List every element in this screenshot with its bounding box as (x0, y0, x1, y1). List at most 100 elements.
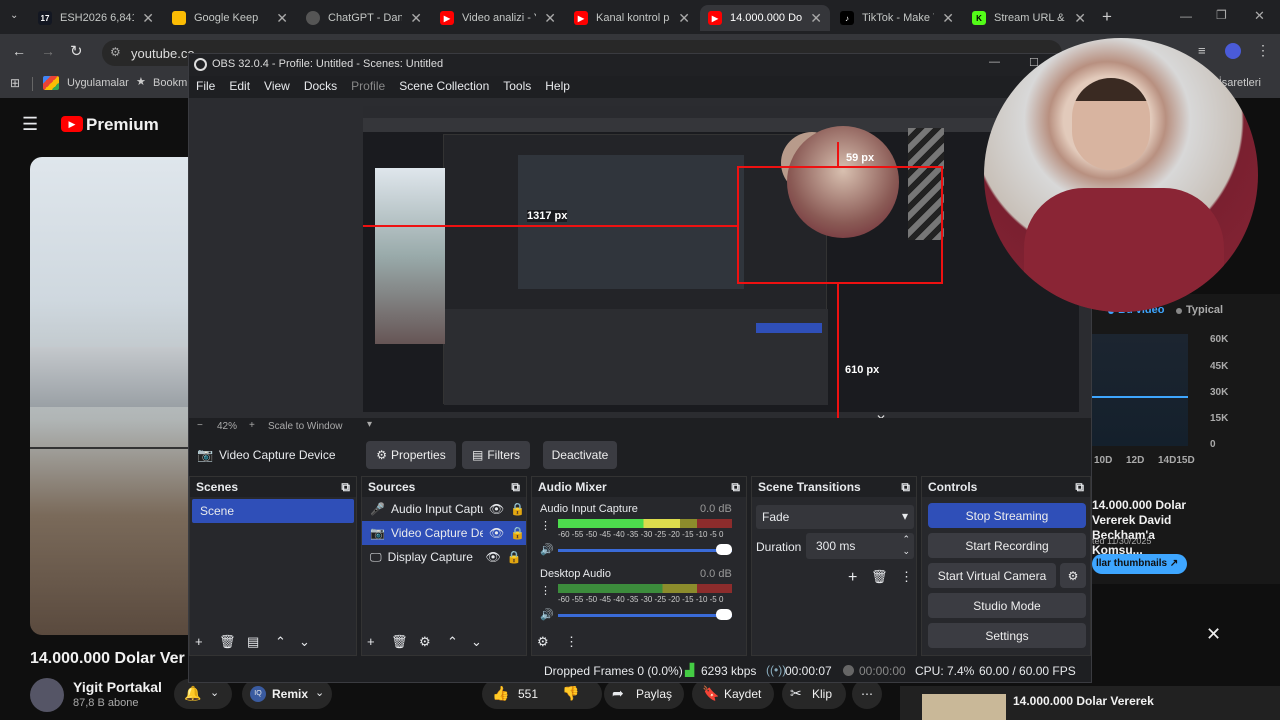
undock-icon[interactable]: ⧉ (1075, 477, 1084, 497)
close-tab-icon[interactable]: ✕ (276, 10, 288, 27)
zoom-out-icon[interactable]: − (197, 420, 203, 431)
undock-icon[interactable]: ⧉ (341, 477, 350, 497)
start-virtual-camera-button[interactable]: Start Virtual Camera (928, 563, 1056, 588)
tab-search-chevron-icon[interactable]: ⌄ (10, 10, 18, 21)
clip-button[interactable]: ✂ Klip (782, 679, 846, 709)
more-actions-icon[interactable]: ⋯ (852, 679, 882, 709)
eye-icon[interactable]: 👁 (489, 521, 504, 545)
close-tab-icon[interactable]: ✕ (142, 10, 154, 27)
more-icon[interactable]: ⋮ (900, 569, 913, 585)
scene-filter-icon[interactable]: ▤ (247, 634, 259, 650)
menu-profile[interactable]: Profile (344, 76, 392, 98)
add-scene-icon[interactable]: + (195, 634, 203, 649)
close-tab-icon[interactable]: ✕ (544, 10, 556, 27)
zoom-in-icon[interactable]: + (249, 420, 255, 431)
youtube-premium-logo[interactable]: Premium (86, 115, 159, 135)
preview-canvas[interactable] (363, 106, 1079, 412)
site-info-icon[interactable]: ⚙ (110, 45, 121, 59)
lock-icon[interactable]: 🔒 (510, 497, 525, 521)
studio-mode-button[interactable]: Studio Mode (928, 593, 1086, 618)
minimize-icon[interactable]: — (1180, 9, 1192, 23)
media-control-icon[interactable]: ≡ (1198, 43, 1206, 58)
thumbnails-button[interactable]: llar thumbnails ↗ (1092, 554, 1187, 574)
channel-1-slider-handle[interactable] (716, 544, 732, 555)
dislike-icon[interactable]: 👎 (562, 685, 579, 702)
menu-icon[interactable]: ⋮ (1256, 42, 1270, 59)
close-tab-icon[interactable]: ✕ (1074, 10, 1086, 27)
scale-dropdown-icon[interactable]: ▾ (367, 419, 372, 430)
lock-icon[interactable]: 🔒 (507, 545, 522, 569)
start-recording-button[interactable]: Start Recording (928, 533, 1086, 558)
obs-minimize-icon[interactable]: — (989, 56, 1000, 68)
reload-icon[interactable]: ↻ (70, 42, 83, 60)
undock-icon[interactable]: ⧉ (731, 477, 740, 497)
add-transition-icon[interactable]: + (848, 569, 857, 587)
channel-2-volume-slider[interactable] (558, 614, 732, 617)
volume-icon[interactable]: 🔊 (540, 543, 554, 556)
remove-scene-icon[interactable]: 🗑 (219, 634, 236, 650)
virtual-camera-settings-button[interactable]: ⚙ (1060, 563, 1086, 588)
source-item-display[interactable]: 🖵 Display Capture 👁 🔒 (362, 545, 526, 569)
menu-tools[interactable]: Tools (496, 76, 538, 98)
scene-item[interactable]: Scene (192, 499, 354, 523)
channel-2-menu-icon[interactable]: ⋮ (540, 584, 551, 597)
undock-icon[interactable]: ⧉ (901, 477, 910, 497)
trash-icon[interactable]: 🗑 (871, 569, 888, 585)
source-item-video[interactable]: 📷 Video Capture Dev 👁 🔒 (362, 521, 526, 545)
like-icon[interactable]: 👍 (492, 685, 509, 702)
channel-2-slider-handle[interactable] (716, 609, 732, 620)
duration-input[interactable]: 300 ms ⌃ ⌄ (806, 533, 914, 559)
tab-1[interactable]: 17 ESH2026 6,841.0 ✕ (30, 5, 162, 31)
tab-8[interactable]: K Stream URL & Ke ✕ (964, 5, 1094, 31)
eye-icon[interactable]: 👁 (486, 545, 501, 569)
close-tab-icon[interactable]: ✕ (678, 10, 690, 27)
add-source-icon[interactable]: + (367, 634, 375, 649)
rec-thumbnail[interactable] (922, 694, 1006, 720)
back-icon[interactable]: ← (12, 43, 26, 59)
tab-6-active[interactable]: ▶ 14.000.000 Dolar ✕ (700, 5, 830, 31)
tab-2[interactable]: Google Keep ✕ (164, 5, 296, 31)
menu-view[interactable]: View (257, 76, 297, 98)
filters-button[interactable]: ▤ Filters (462, 441, 530, 469)
lock-icon[interactable]: 🔒 (510, 521, 525, 545)
tab-5[interactable]: ▶ Kanal kontrol pa ✕ (566, 5, 698, 31)
tab-3[interactable]: ChatGPT - Dance ✕ (298, 5, 430, 31)
settings-button[interactable]: Settings (928, 623, 1086, 648)
notification-button[interactable]: 🔔 ⌄ (174, 679, 232, 709)
selection-box[interactable] (737, 166, 943, 284)
maximize-icon[interactable]: ❐ (1216, 8, 1227, 22)
bookmark-apps[interactable]: Uygulamalar (67, 77, 129, 89)
bookmark-item[interactable]: Bookm (153, 77, 187, 89)
tab-4[interactable]: ▶ Video analizi - Yo ✕ (432, 5, 564, 31)
apps-grid-icon[interactable]: ⊞ (10, 76, 20, 90)
advanced-audio-icon[interactable]: ⚙ (537, 634, 549, 650)
close-tab-icon[interactable]: ✕ (410, 10, 422, 27)
deactivate-button[interactable]: Deactivate (543, 441, 617, 469)
move-up-icon[interactable]: ⌃ (447, 634, 458, 650)
mixer-menu-icon[interactable]: ⋮ (565, 634, 578, 650)
stop-streaming-button[interactable]: Stop Streaming (928, 503, 1086, 528)
new-tab-icon[interactable]: + (1102, 7, 1112, 27)
move-up-icon[interactable]: ⌃ (275, 634, 286, 650)
menu-edit[interactable]: Edit (222, 76, 257, 98)
undock-icon[interactable]: ⧉ (511, 477, 520, 497)
forward-icon[interactable]: → (41, 43, 55, 59)
transition-select[interactable]: Fade ▾ (756, 505, 914, 529)
source-item-audio[interactable]: 🎤 Audio Input Captu 👁 🔒 (362, 497, 526, 521)
menu-scene-collection[interactable]: Scene Collection (392, 76, 496, 98)
profile-avatar[interactable] (1225, 43, 1241, 59)
close-tab-icon[interactable]: ✕ (942, 10, 954, 27)
close-tab-icon[interactable]: ✕ (810, 10, 822, 27)
channel-name[interactable]: Yigit Portakal (73, 679, 162, 695)
source-properties-icon[interactable]: ⚙ (419, 634, 431, 650)
channel-1-menu-icon[interactable]: ⋮ (540, 519, 551, 532)
menu-file[interactable]: File (189, 76, 222, 98)
move-down-icon[interactable]: ⌄ (299, 634, 310, 650)
volume-icon[interactable]: 🔊 (540, 608, 554, 621)
menu-help[interactable]: Help (538, 76, 577, 98)
channel-1-volume-slider[interactable] (558, 549, 732, 552)
share-button[interactable]: ➦ Paylaş (604, 679, 684, 709)
remix-button[interactable]: IQ Remix ⌄ (242, 679, 332, 709)
tab-7[interactable]: ♪ TikTok - Make Yo ✕ (832, 5, 962, 31)
channel-avatar[interactable] (30, 678, 64, 712)
